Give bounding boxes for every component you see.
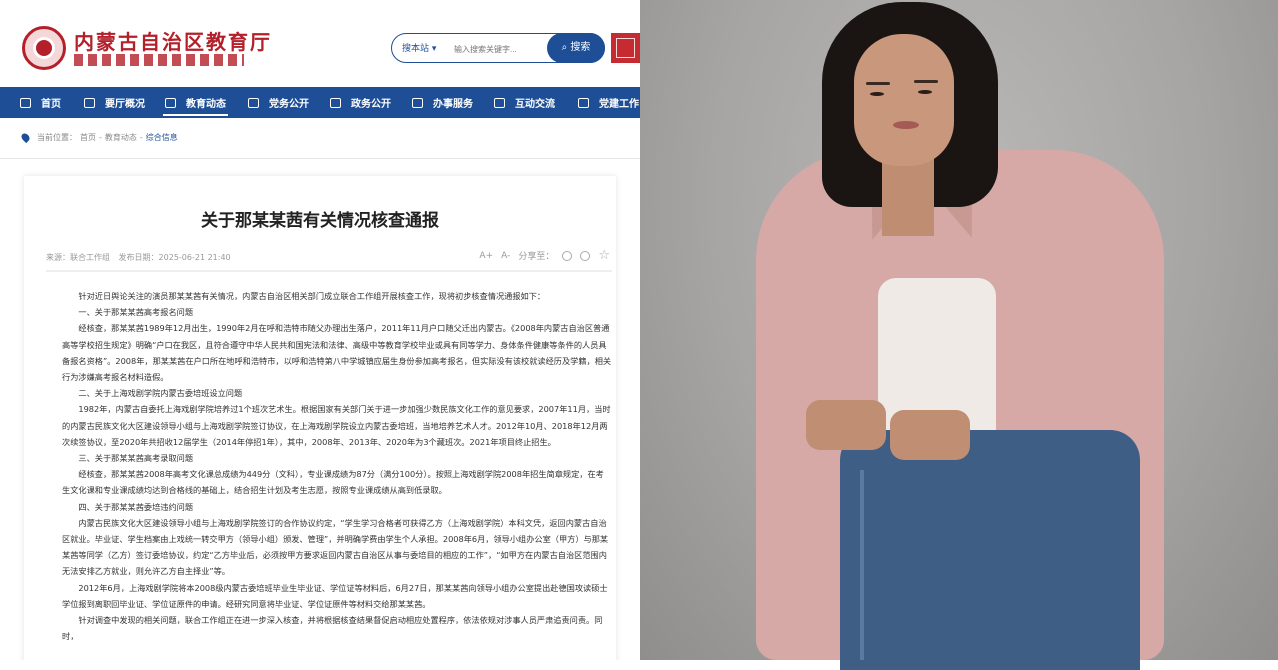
article-paragraph: 经核查，那某某茜1989年12月出生，1990年2月在呼和浩特市随父办理出生落户…	[62, 323, 612, 383]
nav-education-news[interactable]: 教育动态	[163, 87, 228, 118]
photo-brow-left	[866, 82, 890, 85]
main-nav: 首页 要厅概况 教育动态 党务公开 政务公开 办事服务 互动交流 党建工作	[0, 87, 640, 118]
article-paragraph: 1982年，内蒙古自委托上海戏剧学院培养过1个班次艺术生。根据国家有关部门关于进…	[62, 404, 611, 447]
header-divider	[0, 158, 640, 159]
nav-party-building[interactable]: 党建工作	[578, 87, 639, 118]
nav-overview[interactable]: 要厅概况	[84, 87, 145, 118]
chat-icon	[494, 97, 505, 108]
location-pin-icon	[19, 131, 32, 144]
breadcrumb-current[interactable]: 综合信息	[146, 132, 178, 143]
article-body: 针对近日舆论关注的演员那某某茜有关情况，内蒙古自治区相关部门成立联合工作组开展核…	[62, 288, 612, 644]
breadcrumb-label: 当前位置：	[37, 133, 77, 142]
photo-jeans-seam	[860, 470, 864, 660]
service-icon	[412, 97, 423, 108]
article-heading: 四、关于那某某茜委培违约问题	[78, 501, 194, 512]
building-icon	[84, 97, 95, 108]
article-divider	[46, 270, 612, 272]
article-paragraph: 2012年6月，上海戏剧学院将本2008级内蒙古委培班毕业生毕业证、学位证等材料…	[62, 582, 608, 609]
webpage-screenshot: 内蒙古自治区教育厅 搜本站 ▾ ⌕ 搜索 首页 要厅概况 教育动态 党务公开 政…	[0, 0, 640, 660]
search-button-label: 搜索	[570, 42, 591, 53]
photo-hand-right	[890, 410, 970, 460]
favorite-star-icon[interactable]: ☆	[598, 249, 610, 262]
font-decrease-button[interactable]: A-	[501, 251, 510, 261]
share-label: 分享至：	[518, 252, 555, 262]
folder-icon	[330, 97, 341, 108]
breadcrumb-news[interactable]: 教育动态	[105, 132, 137, 143]
nav-home[interactable]: 首页	[20, 87, 61, 118]
article-source: 来源：联合工作组	[46, 253, 110, 262]
wechat-share-icon[interactable]	[580, 250, 591, 261]
clipboard-icon	[248, 97, 259, 108]
article-paragraph: 内蒙古民族文化大区建设领导小组与上海戏剧学院签订的合作协议约定，“学生学习合格者…	[62, 517, 609, 577]
photo-hand-left	[806, 400, 886, 450]
home-icon	[20, 97, 31, 108]
emblem-logo-icon	[22, 26, 66, 70]
photo-neck	[882, 156, 934, 236]
article-date: 发布日期：2025-06-21 21:40	[118, 253, 231, 262]
font-increase-button[interactable]: A+	[479, 251, 493, 261]
flag-icon	[578, 97, 589, 108]
photo-jeans	[840, 430, 1140, 670]
seal-badge-icon	[611, 33, 640, 63]
site-name[interactable]: 内蒙古自治区教育厅	[74, 26, 272, 55]
document-icon	[165, 97, 176, 108]
article-card: 关于那某某茜有关情况核查通报 来源：联合工作组 发布日期：2025-06-21 …	[24, 176, 616, 660]
breadcrumb: 当前位置： 首页 - 教育动态 - 综合信息	[19, 131, 181, 144]
article-meta: 来源：联合工作组 发布日期：2025-06-21 21:40	[46, 252, 237, 263]
article-heading: 一、关于那某某茜高考报名问题	[78, 307, 194, 318]
article-title: 关于那某某茜有关情况核查通报	[201, 211, 439, 231]
nav-interaction[interactable]: 互动交流	[494, 87, 555, 118]
article-paragraph: 针对近日舆论关注的演员那某某茜有关情况，内蒙古自治区相关部门成立联合工作组开展核…	[78, 291, 546, 301]
search-button[interactable]: ⌕ 搜索	[547, 33, 605, 63]
search-box: 搜本站 ▾ ⌕ 搜索	[391, 33, 605, 63]
nav-party-affairs[interactable]: 党务公开	[248, 87, 309, 118]
article-paragraph: 经核查，那某某茜2008年高考文化课总成绩为449分（文科），专业课成绩为87分…	[62, 469, 604, 496]
search-input[interactable]	[452, 40, 546, 58]
nav-services[interactable]: 办事服务	[412, 87, 473, 118]
search-scope-dropdown[interactable]: 搜本站 ▾	[402, 41, 436, 54]
article-heading: 二、关于上海戏剧学院内蒙古委培班设立问题	[78, 388, 243, 399]
weibo-share-icon[interactable]	[562, 250, 573, 261]
nav-government-affairs[interactable]: 政务公开	[330, 87, 391, 118]
photo-face	[854, 34, 954, 166]
site-header: 内蒙古自治区教育厅 搜本站 ▾ ⌕ 搜索	[0, 0, 640, 87]
mongolian-script-logo	[74, 54, 244, 66]
photo-lips	[893, 121, 919, 129]
photo-brow-right	[914, 80, 938, 83]
photo-eye-left	[870, 92, 884, 96]
article-tools: A+ A- 分享至： ☆	[471, 249, 610, 263]
article-paragraph: 针对调查中发现的相关问题，联合工作组正在进一步深入核查，并将根据核查结果督促启动…	[62, 615, 603, 642]
breadcrumb-home[interactable]: 首页	[80, 132, 96, 143]
photo-eye-right	[918, 90, 932, 94]
article-heading: 三、关于那某某茜高考录取问题	[78, 453, 194, 464]
